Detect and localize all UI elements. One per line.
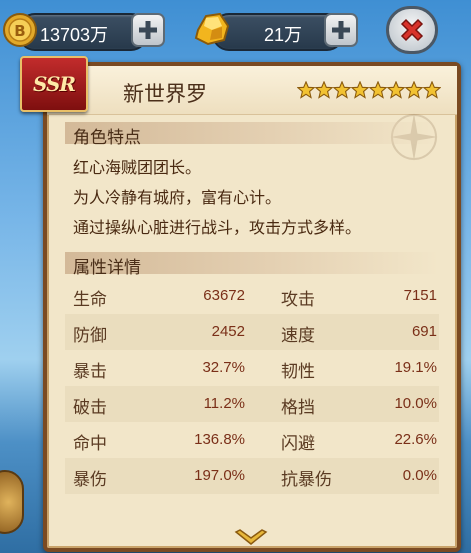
stat-label: 暴击 bbox=[73, 362, 107, 382]
add-coins-button[interactable] bbox=[131, 13, 165, 47]
stat-label: 暴伤 bbox=[73, 470, 107, 490]
stat-value: 10.0% bbox=[394, 395, 437, 412]
svg-text:B: B bbox=[14, 22, 25, 40]
stat-row: 生命 63672 攻击 7151 bbox=[65, 278, 439, 314]
stat-label: 速度 bbox=[281, 326, 315, 346]
stat-label: 生命 bbox=[73, 290, 107, 310]
star-icon bbox=[405, 81, 423, 99]
trait-line: 为人冷静有城府，富有心计。 bbox=[73, 188, 282, 207]
stat-value: 32.7% bbox=[202, 359, 245, 376]
gold-nugget-icon bbox=[194, 12, 230, 46]
stat-label: 格挡 bbox=[281, 398, 315, 418]
stat-value: 2452 bbox=[211, 323, 245, 340]
stat-value: 197.0% bbox=[194, 467, 245, 484]
stat-value: 7151 bbox=[403, 287, 437, 304]
stat-label: 韧性 bbox=[281, 362, 315, 382]
coin-icon: B bbox=[3, 13, 37, 47]
stat-row: 暴击 32.7% 韧性 19.1% bbox=[65, 350, 439, 386]
stat-label: 破击 bbox=[73, 398, 107, 418]
traits-section-header: 角色特点 bbox=[65, 122, 439, 148]
trait-line: 红心海贼团团长。 bbox=[73, 158, 202, 177]
chevron-down-icon[interactable] bbox=[233, 528, 269, 548]
stat-label: 抗暴伤 bbox=[281, 470, 332, 490]
rarity-label: SSR bbox=[32, 72, 76, 96]
attributes-section-header: 属性详情 bbox=[65, 252, 439, 278]
coin-balance-value: 13703万 bbox=[40, 25, 109, 45]
star-icon bbox=[315, 81, 333, 99]
traits-title: 角色特点 bbox=[73, 128, 141, 148]
stat-value: 63672 bbox=[203, 287, 245, 304]
star-icon bbox=[369, 81, 387, 99]
plus-icon bbox=[139, 21, 157, 39]
stat-label: 攻击 bbox=[281, 290, 315, 310]
star-icon bbox=[387, 81, 405, 99]
trait-line: 通过操纵心脏进行战斗，攻击方式多样。 bbox=[73, 218, 362, 237]
stat-value: 136.8% bbox=[194, 431, 245, 448]
stat-label: 闪避 bbox=[281, 434, 315, 454]
attributes-title: 属性详情 bbox=[73, 258, 141, 278]
stat-value: 19.1% bbox=[394, 359, 437, 376]
rarity-badge: SSR bbox=[20, 56, 88, 112]
gold-balance-value: 21万 bbox=[264, 25, 303, 45]
stat-value: 0.0% bbox=[402, 467, 437, 484]
add-gold-button[interactable] bbox=[324, 13, 358, 47]
stat-row: 破击 11.2% 格挡 10.0% bbox=[65, 386, 439, 422]
close-button[interactable] bbox=[386, 6, 438, 54]
star-rating bbox=[297, 81, 441, 99]
stat-value: 691 bbox=[411, 323, 437, 340]
stat-value: 11.2% bbox=[203, 395, 245, 412]
star-icon bbox=[333, 81, 351, 99]
side-menu-orb[interactable] bbox=[0, 470, 24, 534]
stat-row: 暴伤 197.0% 抗暴伤 0.0% bbox=[65, 458, 439, 494]
star-icon bbox=[423, 81, 441, 99]
stat-value: 22.6% bbox=[394, 431, 437, 448]
character-detail-panel: SSR 新世界罗 角色特点 红心海贼团团长。 为人冷静有城府，富有心计。 通过操… bbox=[20, 56, 461, 552]
stat-row: 命中 136.8% 闪避 22.6% bbox=[65, 422, 439, 458]
stat-label: 命中 bbox=[73, 434, 107, 454]
close-x-icon bbox=[400, 18, 424, 42]
star-icon bbox=[297, 81, 315, 99]
plus-icon bbox=[332, 21, 350, 39]
star-icon bbox=[351, 81, 369, 99]
character-name: 新世界罗 bbox=[123, 82, 207, 106]
stat-label: 防御 bbox=[73, 326, 107, 346]
stat-row: 防御 2452 速度 691 bbox=[65, 314, 439, 350]
